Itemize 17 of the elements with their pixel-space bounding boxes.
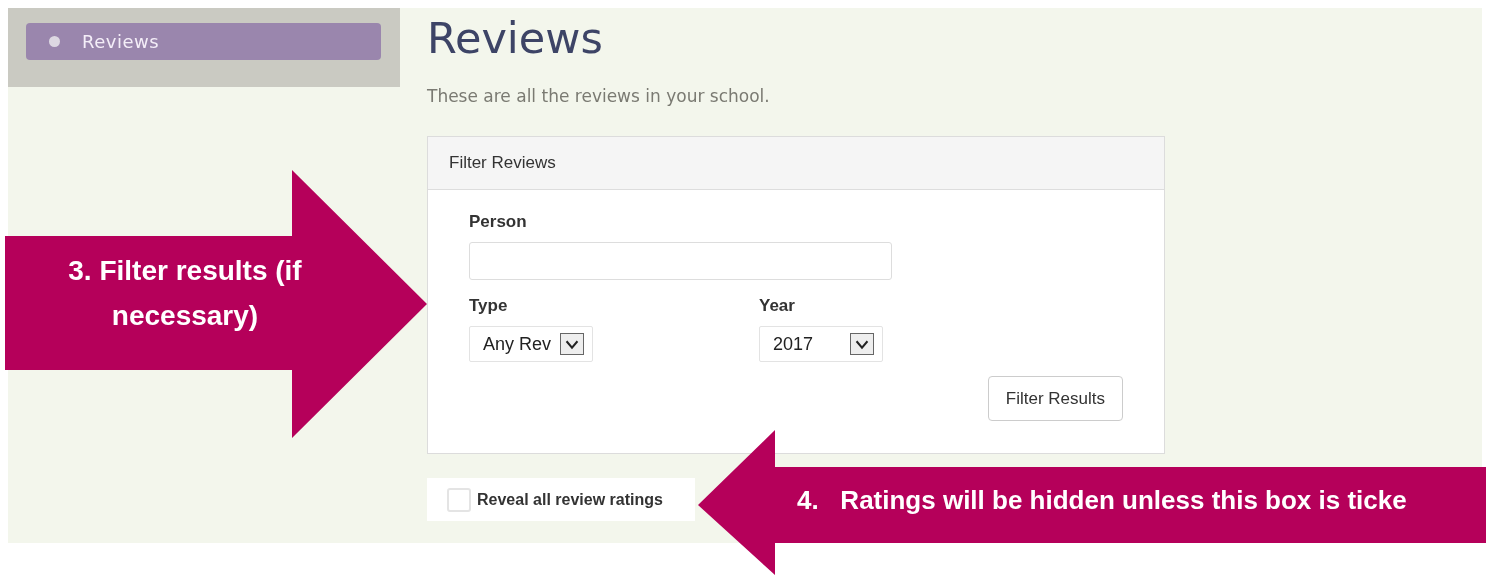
callout-text: 4. Ratings will be hidden unless this box is ticke: [797, 484, 1407, 517]
checkbox-label: Reveal all review ratings: [477, 490, 663, 509]
field-label: Person: [469, 212, 528, 232]
filter-button[interactable]: Filter Results: [987, 376, 1123, 421]
field-label: Year: [759, 296, 796, 316]
panel-title: Filter Reviews: [449, 153, 556, 173]
bullet-icon: [49, 36, 60, 47]
select-field[interactable]: Any Rev: [469, 326, 593, 362]
select-field[interactable]: 2017: [759, 326, 883, 362]
field-label: Type: [469, 296, 509, 316]
input-field[interactable]: [469, 242, 892, 280]
page-title: Reviews: [427, 12, 603, 65]
intro-text: These are all the reviews in your school.: [427, 86, 770, 106]
chevron-down-icon: [560, 333, 584, 355]
chevron-down-icon: [850, 333, 874, 355]
callout-text: 3. Filter results (if necessary): [67, 254, 303, 333]
checkbox[interactable]: [447, 487, 471, 512]
